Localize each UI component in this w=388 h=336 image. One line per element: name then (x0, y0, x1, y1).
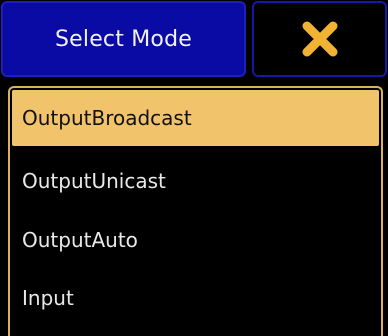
mode-option-list: OutputBroadcast OutputUnicast OutputAuto… (8, 86, 383, 336)
dialog-header: Select Mode (0, 0, 388, 80)
option-output-unicast[interactable]: OutputUnicast (12, 153, 379, 209)
option-label: OutputAuto (22, 228, 138, 252)
option-label: Input (22, 286, 74, 310)
dialog-title: Select Mode (54, 26, 192, 52)
close-button[interactable] (252, 1, 387, 77)
option-input[interactable]: Input (12, 270, 379, 326)
option-label: OutputBroadcast (22, 106, 192, 130)
option-label: OutputUnicast (22, 169, 166, 193)
option-output-auto[interactable]: OutputAuto (12, 212, 379, 268)
option-output-broadcast[interactable]: OutputBroadcast (12, 90, 379, 146)
select-mode-title-button[interactable]: Select Mode (1, 1, 246, 77)
close-x-icon (299, 18, 341, 60)
